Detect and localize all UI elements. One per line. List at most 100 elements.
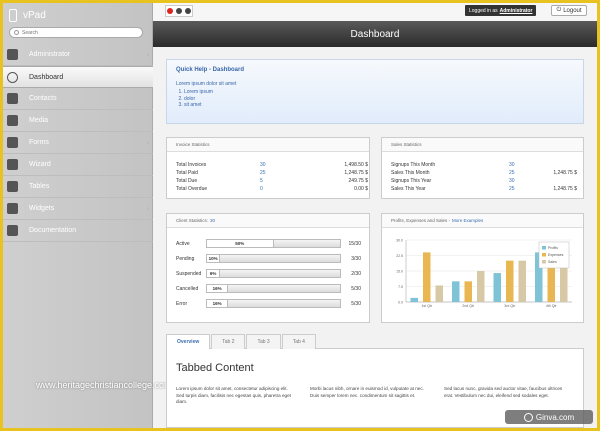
tab-column-text: Lorem ipsum dolor sit amet, consectetur … xyxy=(176,386,291,404)
status-count: 2/30 xyxy=(351,270,361,277)
sidebar-item-forms[interactable]: Forms › xyxy=(3,132,153,154)
panel-title: Invoice Statistics xyxy=(167,138,369,152)
speedometer-icon xyxy=(7,71,18,83)
status-count: 15/30 xyxy=(348,240,361,247)
status-count: 3/30 xyxy=(351,255,361,262)
row-label: Sales This Year xyxy=(391,186,426,192)
chevron-right-icon: › xyxy=(146,138,149,147)
tab-bar: Overview Tab 2 Tab 3 Tab 4 xyxy=(166,334,584,349)
tab-4[interactable]: Tab 4 xyxy=(281,334,316,349)
logged-prefix: Logged in as xyxy=(469,7,498,14)
table-row: Signups This Month 30 xyxy=(382,161,583,169)
logout-button[interactable]: ⏻ Logout xyxy=(551,5,587,16)
phone-icon xyxy=(9,8,17,22)
status-label: Pending xyxy=(176,255,195,262)
sidebar-item-tables[interactable]: Tables xyxy=(3,176,153,198)
panel-title-text: Client Statistics: xyxy=(176,218,209,223)
row-count-link[interactable]: 25 xyxy=(509,186,529,192)
notification-icon[interactable] xyxy=(167,8,174,14)
progress-bar: 16% xyxy=(206,299,341,308)
status-label: Suspended xyxy=(176,270,202,277)
client-total-link[interactable]: 30 xyxy=(210,218,215,223)
sidebar-item-media[interactable]: Media xyxy=(3,110,153,132)
gear-icon[interactable] xyxy=(184,8,191,14)
sidebar-item-documentation[interactable]: Documentation xyxy=(3,220,153,242)
power-icon: ⏻ xyxy=(556,7,562,13)
brand[interactable]: vPad xyxy=(9,7,46,23)
row-count-link[interactable]: 25 xyxy=(260,170,308,176)
row-count-link[interactable]: 30 xyxy=(509,178,529,184)
bar-expenses xyxy=(506,260,514,302)
row-amount: 1,248.75 $ xyxy=(553,170,577,176)
sales-statistics-panel: Sales Statistics Signups This Month 30 S… xyxy=(381,137,584,199)
status-label: Error xyxy=(176,300,188,307)
row-count-link[interactable]: 5 xyxy=(260,178,308,184)
bar-sales xyxy=(518,260,526,302)
sidebar-item-widgets[interactable]: Widgets › xyxy=(3,198,153,220)
chevron-right-icon: › xyxy=(146,204,149,213)
sidebar-item-label: Forms xyxy=(29,139,49,146)
tab-3[interactable]: Tab 3 xyxy=(246,334,281,349)
sidebar-item-label: Widgets xyxy=(29,205,55,212)
settings-icon[interactable] xyxy=(175,8,182,14)
media-icon xyxy=(7,115,18,126)
logged-in-indicator: Logged in as Administrator xyxy=(465,5,537,16)
progress-bar: 10% xyxy=(206,254,341,263)
client-status-row: Suspended 6% 2/30 xyxy=(167,266,369,281)
progress-bar: 6% xyxy=(206,269,341,278)
table-row: Sales This Month 25 1,248.75 $ xyxy=(382,169,583,177)
list-item: sit amet xyxy=(184,102,574,109)
watermark-text: www.heritagechristiancollege.com xyxy=(36,380,172,390)
status-count: 5/30 xyxy=(351,300,361,307)
user-icon xyxy=(7,49,18,60)
row-count-link[interactable]: 0 xyxy=(260,186,308,192)
panel-title-text: Profits, Expenses and Sales - xyxy=(391,218,451,223)
tab-2[interactable]: Tab 2 xyxy=(211,334,246,349)
tab-overview[interactable]: Overview xyxy=(166,334,211,349)
invoice-statistics-panel: Invoice Statistics Total Invoices 30 1,4… xyxy=(166,137,370,199)
row-amount: 1,248.75 $ xyxy=(344,170,368,176)
status-label: Active xyxy=(176,240,190,247)
table-row: Total Invoices 30 1,498.50 $ xyxy=(167,161,369,169)
bar-expenses xyxy=(423,252,431,302)
toolbar-icons[interactable] xyxy=(165,5,193,17)
legend-swatch xyxy=(542,246,546,250)
copyright-icon xyxy=(523,412,533,422)
row-amount: 1,248.75 $ xyxy=(553,186,577,192)
row-count-link[interactable]: 30 xyxy=(509,162,529,168)
row-amount: 1,498.50 $ xyxy=(344,162,368,168)
gear-icon xyxy=(7,203,18,214)
client-status-row: Cancelled 16% 5/30 xyxy=(167,281,369,296)
watermark-badge-text: Ginva.com xyxy=(535,412,575,422)
y-tick-label: 15.0 xyxy=(396,270,403,274)
ginva-watermark-badge: Ginva.com xyxy=(505,410,593,424)
client-status-row: Error 16% 5/30 xyxy=(167,296,369,311)
progress-bar: 50% xyxy=(206,239,341,248)
search-input[interactable] xyxy=(22,29,132,36)
row-count-link[interactable]: 30 xyxy=(260,162,308,168)
legend-label: Expenses xyxy=(548,253,564,257)
page-title: Dashboard xyxy=(350,28,400,40)
logged-user-link[interactable]: Administrator xyxy=(500,8,533,14)
quick-help-list: Lorem ipsum dolor sit amet xyxy=(184,89,574,109)
row-amount: 249.75 $ xyxy=(348,178,368,184)
row-label: Total Due xyxy=(176,178,198,184)
x-tick-label: 3rd Qtr xyxy=(504,304,516,308)
progress-fill: 50% xyxy=(207,240,274,247)
sidebar-item-dashboard[interactable]: Dashboard xyxy=(3,66,153,88)
sidebar-item-label: Media xyxy=(29,117,49,124)
topbar: Logged in as Administrator ⏻ Logout xyxy=(153,3,597,21)
progress-fill: 16% xyxy=(207,285,229,292)
sidebar-item-administrator[interactable]: Administrator › xyxy=(3,44,153,66)
sidebar-item-wizard[interactable]: Wizard xyxy=(3,154,153,176)
row-count-link[interactable]: 25 xyxy=(509,170,529,176)
table-icon xyxy=(7,181,18,192)
row-label: Sales This Month xyxy=(391,170,430,176)
x-tick-label: 2nd Qtr xyxy=(462,304,475,308)
profits-bar-chart: 0.0 7.5 15.0 22.5 30.0 1st Qtr 2nd Qtr 3rd Qtr 4… xyxy=(396,239,572,308)
search-box[interactable] xyxy=(9,27,143,38)
sidebar-item-label: Dashboard xyxy=(29,73,64,81)
more-examples-link[interactable]: More Examples xyxy=(452,218,483,223)
row-amount: 0.00 $ xyxy=(354,186,368,192)
sidebar-item-contacts[interactable]: Contacts xyxy=(3,88,153,110)
